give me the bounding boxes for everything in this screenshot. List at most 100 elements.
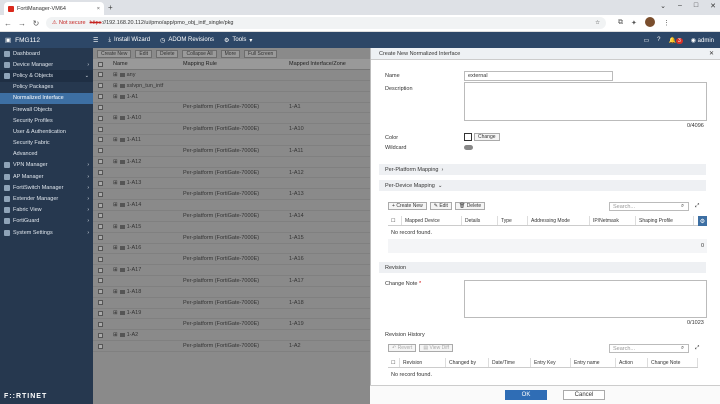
sidebar-item-policy-packages[interactable]: Policy Packages <box>0 82 93 93</box>
name-input[interactable]: external <box>464 71 613 81</box>
toolbar-collapse-all-button[interactable]: Collapse All <box>182 49 217 58</box>
rh-col-entry-name[interactable]: Entry name <box>571 358 616 367</box>
expand-toggle-icon[interactable]: ⊞ <box>113 267 118 273</box>
rh-col-changed-by[interactable]: Changed by <box>446 358 489 367</box>
row-checkbox[interactable] <box>93 310 113 316</box>
sidebar-item-security-profiles[interactable]: Security Profiles <box>0 115 93 126</box>
expand-toggle-icon[interactable]: ⊞ <box>113 94 118 100</box>
pd-search-input[interactable]: Search... <box>609 202 689 211</box>
pd-edit-button[interactable]: ✎ Edit <box>429 202 452 210</box>
sidebar-item-firewall-objects[interactable]: Firewall Objects <box>0 104 93 115</box>
close-panel-icon[interactable]: ✕ <box>709 50 714 57</box>
pd-delete-button[interactable]: 🗑 Delete <box>454 202 486 210</box>
expand-toggle-icon[interactable]: ⊞ <box>113 137 118 143</box>
expand-toggle-icon[interactable]: ⊞ <box>113 159 118 165</box>
row-checkbox[interactable] <box>93 343 113 349</box>
column-mapped-interface[interactable]: Mapped Interface/Zone <box>289 61 370 67</box>
table-row[interactable]: Per-platform (FortiGate-7000E) 1-A2 <box>93 341 370 352</box>
forward-icon[interactable]: → <box>18 19 26 28</box>
pd-select-all-checkbox[interactable]: ☐ <box>388 216 402 225</box>
per-device-mapping-section[interactable]: Per-Device Mapping ⌄ <box>379 180 706 191</box>
row-checkbox[interactable] <box>93 213 113 219</box>
row-checkbox[interactable] <box>93 235 113 241</box>
rh-col-action[interactable]: Action <box>616 358 648 367</box>
rh-col-entry-key[interactable]: Entry Key <box>531 358 571 367</box>
dropdown-icon[interactable]: ⌄ <box>660 2 666 10</box>
table-row[interactable]: ⊞ 1-A17 <box>93 265 370 277</box>
row-checkbox[interactable] <box>93 300 113 306</box>
row-checkbox[interactable] <box>93 321 113 327</box>
row-checkbox[interactable] <box>93 159 113 165</box>
row-checkbox[interactable] <box>93 245 113 251</box>
table-row[interactable]: ⊞ 1-A13 <box>93 178 370 190</box>
rh-col-revision[interactable]: Revision <box>400 358 446 367</box>
row-checkbox[interactable] <box>93 115 113 121</box>
sidebar-item-fortiguard[interactable]: FortiGuard › <box>0 216 93 227</box>
device-selector[interactable]: ▣ FMG112 <box>0 36 93 45</box>
toolbar-create-new-button[interactable]: Create New <box>97 49 132 58</box>
menu-toggle-icon[interactable]: ☰ <box>93 37 98 44</box>
table-row[interactable]: Per-platform (FortiGate-7000E) 1-A1 <box>93 103 370 114</box>
profile-avatar[interactable] <box>644 17 655 29</box>
row-checkbox[interactable] <box>93 94 113 100</box>
table-row[interactable]: ⊞ 1-A14 <box>93 200 370 211</box>
table-row[interactable]: ⊞ 1-A2 <box>93 330 370 342</box>
reload-icon[interactable]: ↻ <box>32 19 40 28</box>
pd-col-mapped-device[interactable]: Mapped Device <box>402 216 462 225</box>
table-row[interactable]: ⊞ 1-A10 <box>93 113 370 125</box>
row-checkbox[interactable] <box>93 191 113 197</box>
not-secure-indicator[interactable]: ⚠ Not secure <box>52 20 86 26</box>
table-row[interactable]: ⊞ sslvpn_tun_intf <box>93 81 370 92</box>
browser-tab[interactable]: FortiManager-VM64 × <box>4 2 104 15</box>
extensions-icon[interactable]: ⧉ <box>618 19 623 27</box>
sidebar-item-device-manager[interactable]: Device Manager › <box>0 59 93 70</box>
expand-toggle-icon[interactable]: ⊞ <box>113 115 118 121</box>
table-row[interactable]: ⊞ 1-A1 <box>93 92 370 103</box>
adom-revisions-button[interactable]: ◷ ADOM Revisions <box>160 37 214 44</box>
row-checkbox[interactable] <box>93 332 113 338</box>
row-checkbox[interactable] <box>93 256 113 262</box>
sidebar-item-fortiswitch-manager[interactable]: FortiSwitch Manager › <box>0 182 93 193</box>
rh-select-all-checkbox[interactable]: ☐ <box>388 358 400 367</box>
table-row[interactable]: Per-platform (FortiGate-7000E) 1-A12 <box>93 168 370 179</box>
toolbar-full-screen-button[interactable]: Full Screen <box>244 49 278 58</box>
user-menu[interactable]: ◉ admin <box>691 37 714 44</box>
description-textarea[interactable] <box>464 82 707 121</box>
pd-col-ip-netmask[interactable]: IP/Netmask <box>590 216 636 225</box>
expand-toggle-icon[interactable]: ⊞ <box>113 332 118 338</box>
select-all-checkbox[interactable] <box>93 61 113 67</box>
toolbar-more-button[interactable]: More <box>220 49 241 58</box>
table-row[interactable]: ⊞ 1-A16 <box>93 244 370 255</box>
row-checkbox[interactable] <box>93 278 113 284</box>
row-checkbox[interactable] <box>93 170 113 176</box>
table-row[interactable]: Per-platform (FortiGate-7000E) 1-A13 <box>93 189 370 201</box>
table-row[interactable]: ⊞ 1-A15 <box>93 222 370 233</box>
new-tab-icon[interactable]: + <box>108 3 113 12</box>
pd-col-type[interactable]: Type <box>498 216 528 225</box>
sidebar-item-user-authentication[interactable]: User & Authentication <box>0 126 93 137</box>
table-row[interactable]: Per-platform (FortiGate-7000E) 1-A17 <box>93 276 370 287</box>
column-name[interactable]: Name <box>113 61 183 67</box>
table-row[interactable]: ⊞ any <box>93 70 370 81</box>
view-diff-button[interactable]: ▤ View Diff <box>419 344 453 352</box>
row-checkbox[interactable] <box>93 72 113 78</box>
minimize-icon[interactable]: – <box>678 2 682 10</box>
rh-expand-icon[interactable]: ⤢ <box>695 345 699 352</box>
sidebar-item-advanced[interactable]: Advanced <box>0 149 93 160</box>
install-wizard-button[interactable]: ⤓ Install Wizard <box>108 37 150 44</box>
color-swatch[interactable] <box>464 133 472 141</box>
address-bar[interactable]: ⚠ Not secure https://192.168.20.112/ui/p… <box>46 17 606 29</box>
change-note-textarea[interactable] <box>464 280 707 318</box>
sidebar-item-fabric-view[interactable]: Fabric View › <box>0 205 93 216</box>
help-icon[interactable]: ? <box>657 37 660 43</box>
tools-menu[interactable]: ⚙ Tools ▾ <box>224 37 252 44</box>
toolbar-edit-button[interactable]: Edit <box>135 49 153 58</box>
row-checkbox[interactable] <box>93 224 113 230</box>
rh-search-input[interactable]: Search... <box>609 344 689 353</box>
maximize-icon[interactable]: □ <box>694 2 698 10</box>
table-row[interactable]: Per-platform (FortiGate-7000E) 1-A18 <box>93 298 370 309</box>
cancel-button[interactable]: Cancel <box>563 390 605 400</box>
table-row[interactable]: Per-platform (FortiGate-7000E) 1-A19 <box>93 319 370 331</box>
sidebar-item-normalized-interface[interactable]: Normalized Interface <box>0 92 93 104</box>
expand-toggle-icon[interactable]: ⊞ <box>113 245 118 251</box>
